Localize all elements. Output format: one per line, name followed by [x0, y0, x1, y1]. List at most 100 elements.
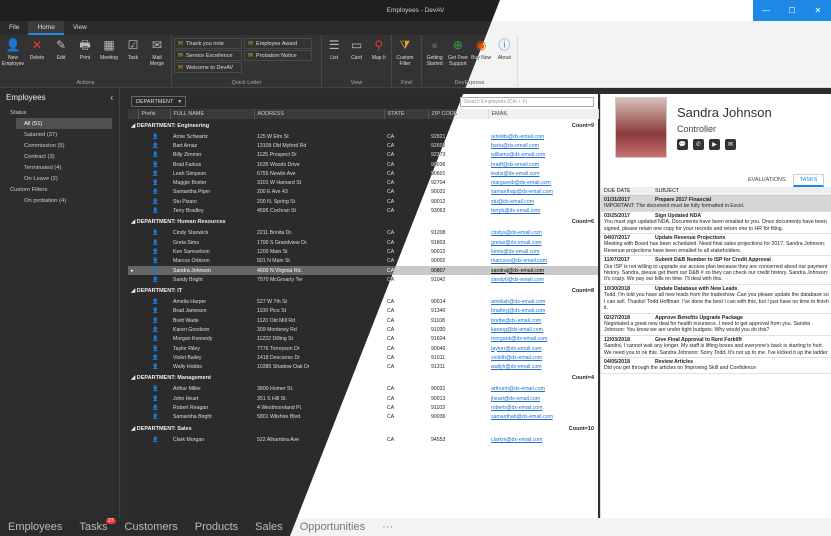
menu-view[interactable]: View: [64, 21, 96, 35]
map-it-button[interactable]: ⚲ Map It: [369, 37, 389, 77]
menu-home[interactable]: Home: [28, 21, 64, 35]
email-cell[interactable]: bradleyj@dx-email.com: [488, 307, 598, 316]
email-cell[interactable]: bradf@dx-email.com: [488, 160, 598, 169]
status-filter-item[interactable]: On Leave (2): [0, 173, 119, 184]
task-item[interactable]: 04/05/2018 Review Articles Did you get thr…: [601, 358, 831, 374]
mail-icon[interactable]: ✉: [725, 139, 736, 150]
phone-icon[interactable]: ✆: [693, 139, 704, 150]
task-item[interactable]: 12/03/2018 Give Final Approval to Rent Fo…: [601, 336, 831, 358]
tab-tasks[interactable]: TASKS: [792, 174, 825, 187]
email-cell[interactable]: morgank@dx-email.com: [488, 335, 598, 344]
email-cell[interactable]: kareng@dx-email.com: [488, 325, 598, 334]
column-header[interactable]: STATE: [384, 109, 429, 119]
minimize-button[interactable]: —: [753, 0, 779, 21]
task-item[interactable]: 03/25/2017 Sign Updated NDA You must sign …: [601, 212, 831, 235]
email-cell[interactable]: arnolds@dx-email.com: [488, 132, 598, 141]
card-button[interactable]: ▭ Card: [346, 37, 366, 77]
ribbon-button-label: Print: [79, 55, 91, 61]
email-cell[interactable]: samanthab@dx-email.com: [488, 413, 598, 422]
quick-letter-item[interactable]: ✉Thank you note: [174, 38, 242, 49]
email-cell[interactable]: sandyb@dx-email.com: [488, 275, 598, 284]
nav-products[interactable]: Products: [195, 521, 238, 533]
column-header[interactable]: EMAIL: [488, 109, 599, 119]
email-cell[interactable]: leahs@dx-email.com: [488, 169, 598, 178]
email-cell[interactable]: kents@dx-email.com: [488, 247, 598, 256]
group-count: Count=8: [571, 287, 594, 294]
email-cell[interactable]: robertr@dx-email.com: [488, 403, 598, 412]
task-column-header[interactable]: SUBJECT: [655, 188, 679, 194]
tasks-count-badge: 27: [105, 518, 116, 524]
custom-filters-node[interactable]: Custom Filters: [0, 184, 119, 195]
column-header[interactable]: Prefix: [138, 109, 171, 119]
email-cell[interactable]: ameliah@dx-email.com: [488, 297, 598, 306]
nav-tasks[interactable]: Tasks27: [79, 518, 116, 533]
status-filter-item[interactable]: Contract (3): [0, 151, 119, 162]
email-cell[interactable]: margaretb@dx-email.com: [488, 178, 598, 187]
status-filter-item[interactable]: Commission (5): [0, 140, 119, 151]
quick-letter-item[interactable]: ✉Service Excellence: [174, 50, 242, 61]
nav-opportunities[interactable]: Opportunities: [300, 521, 365, 533]
nav-employees[interactable]: Employees: [8, 521, 62, 533]
task-button[interactable]: ☑ Task: [122, 37, 144, 77]
maximize-button[interactable]: ☐: [779, 0, 805, 21]
zip-cell: 90601: [431, 170, 446, 177]
status-filter-item[interactable]: Terminated (4): [0, 162, 119, 173]
email-cell[interactable]: williamz@dx-email.com: [488, 151, 598, 160]
getting-started-button[interactable]: ● Getting Started: [424, 37, 445, 77]
email-cell[interactable]: violetb@dx-email.com: [488, 353, 598, 362]
group-by-dropdown[interactable]: DEPARTMENT ▾: [131, 96, 187, 107]
dropdown-label: DEPARTMENT: [136, 98, 174, 105]
task-item[interactable]: 01/31/2017 Prepare 2017 Financial IMPORTAN…: [601, 196, 831, 212]
mail-merge-button[interactable]: ✉ Mail Merge: [146, 37, 168, 77]
email-cell[interactable]: clarkm@dx-email.com: [488, 435, 598, 444]
collapse-icon[interactable]: ‹: [110, 93, 113, 102]
print-button[interactable]: 🖶 Print: [74, 37, 96, 77]
status-node[interactable]: Status: [0, 107, 119, 118]
status-filter-item[interactable]: All (51): [16, 118, 112, 129]
quick-letter-item[interactable]: ✉Probation Notice: [244, 50, 312, 61]
delete-button[interactable]: ✕ Delete: [26, 37, 48, 77]
email-cell[interactable]: terryb@dx-email.com: [488, 206, 598, 215]
email-cell[interactable]: taylorr@dx-email.com: [488, 344, 598, 353]
email-cell[interactable]: arthurm@dx-email.com: [488, 385, 598, 394]
task-item[interactable]: 02/27/2018 Approve Benefits Upgrade Packa…: [601, 314, 831, 336]
custom-filter-button[interactable]: ⧩ Custom Filter: [394, 37, 416, 77]
email-cell[interactable]: sandraj@dx-email.com: [488, 265, 598, 276]
email-cell[interactable]: stu@dx-email.com: [488, 197, 598, 206]
column-header[interactable]: ADDRESS: [254, 109, 385, 119]
email-cell[interactable]: barta@dx-email.com: [488, 141, 598, 150]
zip-cell: 90031: [431, 386, 446, 393]
email-cell[interactable]: gretas@dx-email.com: [488, 238, 598, 247]
custom-filter-item[interactable]: On probation (4): [0, 195, 119, 206]
get-free-support-button[interactable]: ⊕ Get Free Support: [447, 37, 468, 77]
task-item[interactable]: 10/30/2018 Update Database with New Leads…: [601, 285, 831, 314]
task-column-header[interactable]: DUE DATE: [601, 188, 655, 194]
ribbon-group-quick: ✉Thank you note✉Service Excellence✉Welco…: [172, 35, 322, 87]
new-employee-button[interactable]: 👤 New Employee: [2, 37, 24, 77]
nav-more[interactable]: ···: [382, 521, 393, 533]
nav-customers[interactable]: Customers: [125, 521, 178, 533]
meeting-button[interactable]: ▦ Meeting: [98, 37, 120, 77]
column-header[interactable]: FULL NAME: [170, 109, 255, 119]
email-cell[interactable]: brettw@dx-email.com: [488, 316, 598, 325]
email-cell[interactable]: cindys@dx-email.com: [488, 229, 598, 238]
email-cell[interactable]: jheart@dx-email.com: [488, 394, 598, 403]
email-cell[interactable]: marcuso@dx-email.com: [488, 257, 598, 266]
status-filter-item[interactable]: Salaried (37): [0, 129, 119, 140]
edit-button[interactable]: ✎ Edit: [50, 37, 72, 77]
task-item[interactable]: 04/07/2017 Update Revenue Projections Meet…: [601, 234, 831, 257]
chat-icon[interactable]: 💬: [677, 139, 688, 150]
list-button[interactable]: ☰ List: [324, 37, 344, 77]
close-window-button[interactable]: ✕: [805, 0, 831, 21]
about-button[interactable]: ⓘ About: [494, 37, 515, 77]
quick-letter-item[interactable]: ✉Employee Award: [244, 38, 312, 49]
video-icon[interactable]: ▶: [709, 139, 720, 150]
nav-sales[interactable]: Sales: [255, 521, 283, 533]
quick-letter-item[interactable]: ✉Welcome to DevAV: [174, 62, 242, 73]
search-input[interactable]: Search Employees (Ctrl + F): [460, 97, 594, 107]
menu-file[interactable]: File: [0, 21, 28, 35]
task-item[interactable]: 11/07/2017 Submit D&B Number to ISP for C…: [601, 256, 831, 285]
tab-evaluations[interactable]: EVALUATIONS: [741, 174, 793, 187]
email-cell[interactable]: samanthap@dx-email.com: [488, 188, 598, 197]
email-cell[interactable]: wallyh@dx-email.com: [488, 363, 598, 372]
